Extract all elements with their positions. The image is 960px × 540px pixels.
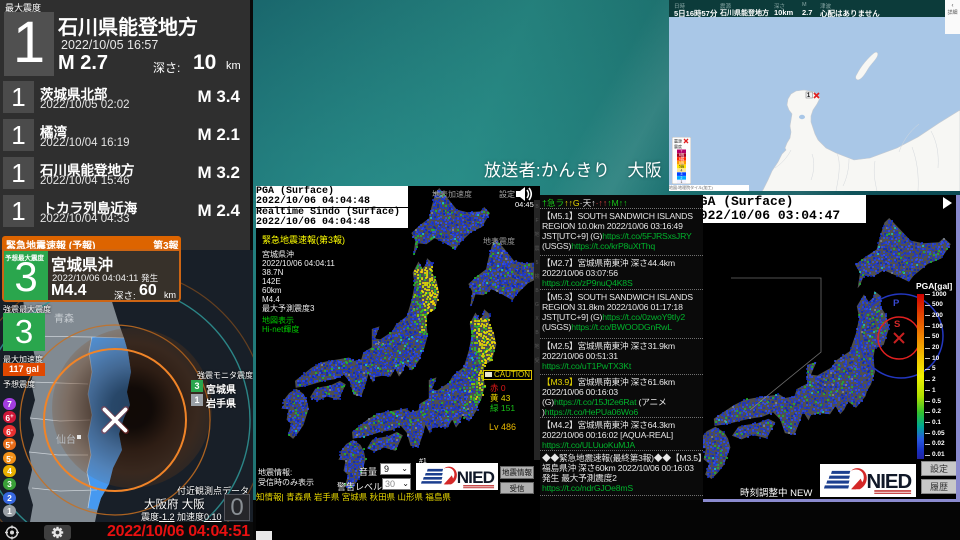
svg-text:P: P	[893, 298, 900, 309]
svg-text:S: S	[894, 319, 900, 330]
svg-text:NIED: NIED	[457, 468, 495, 487]
svg-text:震度: 震度	[674, 143, 682, 149]
svg-text:仙台: 仙台	[56, 433, 76, 446]
svg-text:NIED: NIED	[867, 471, 912, 493]
svg-text:震源: 震源	[674, 138, 682, 144]
